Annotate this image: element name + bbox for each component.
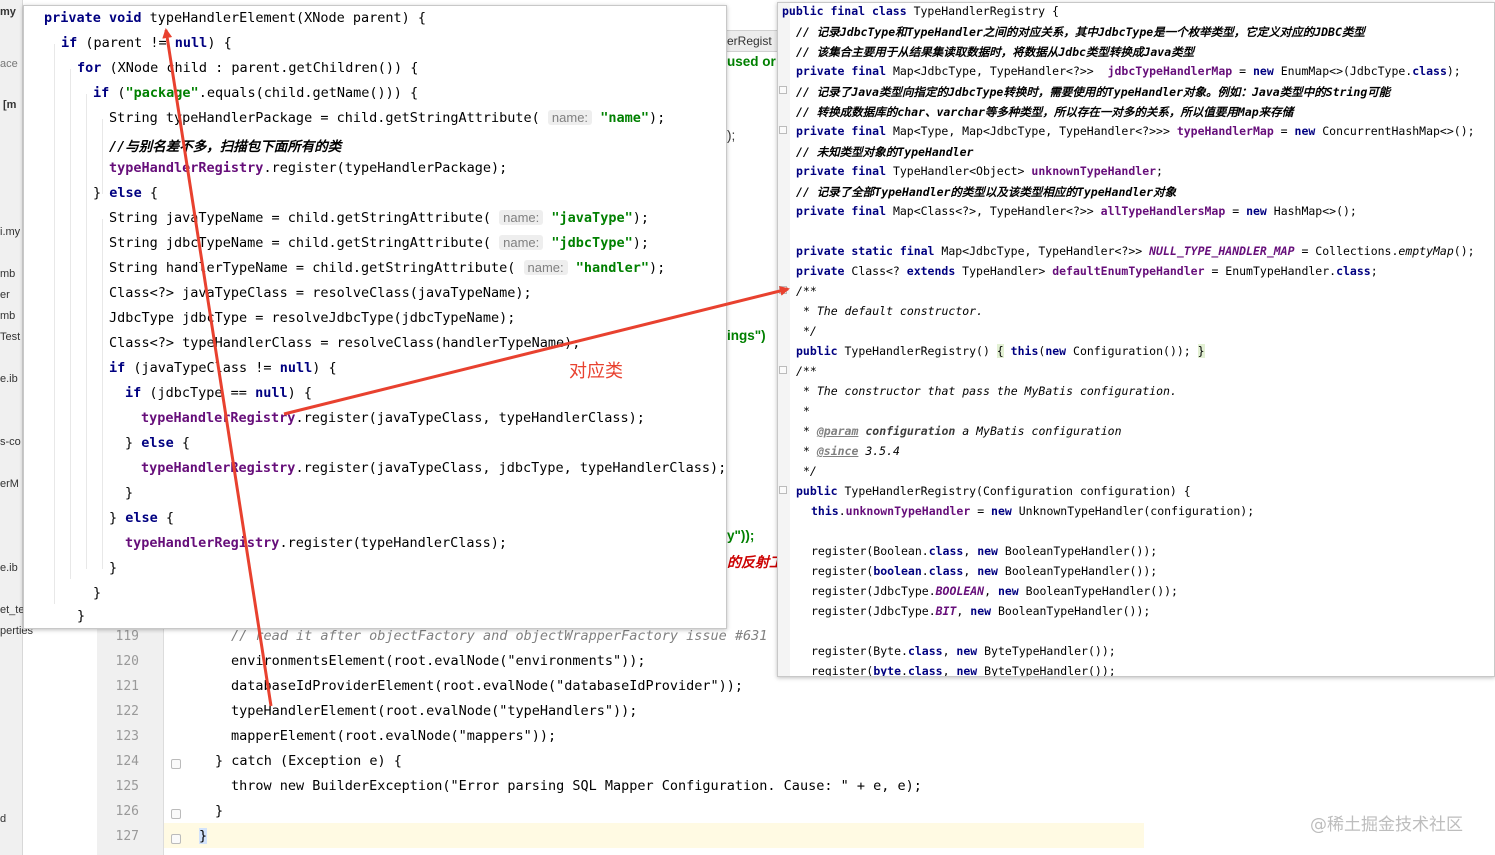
arrow-to-method-definition <box>162 28 273 707</box>
watermark: @稀土掘金技术社区 <box>1310 815 1463 835</box>
annotation-label: 对应类 <box>569 361 623 382</box>
arrow-to-registry-class <box>283 286 790 416</box>
annotation-arrows <box>162 28 790 707</box>
